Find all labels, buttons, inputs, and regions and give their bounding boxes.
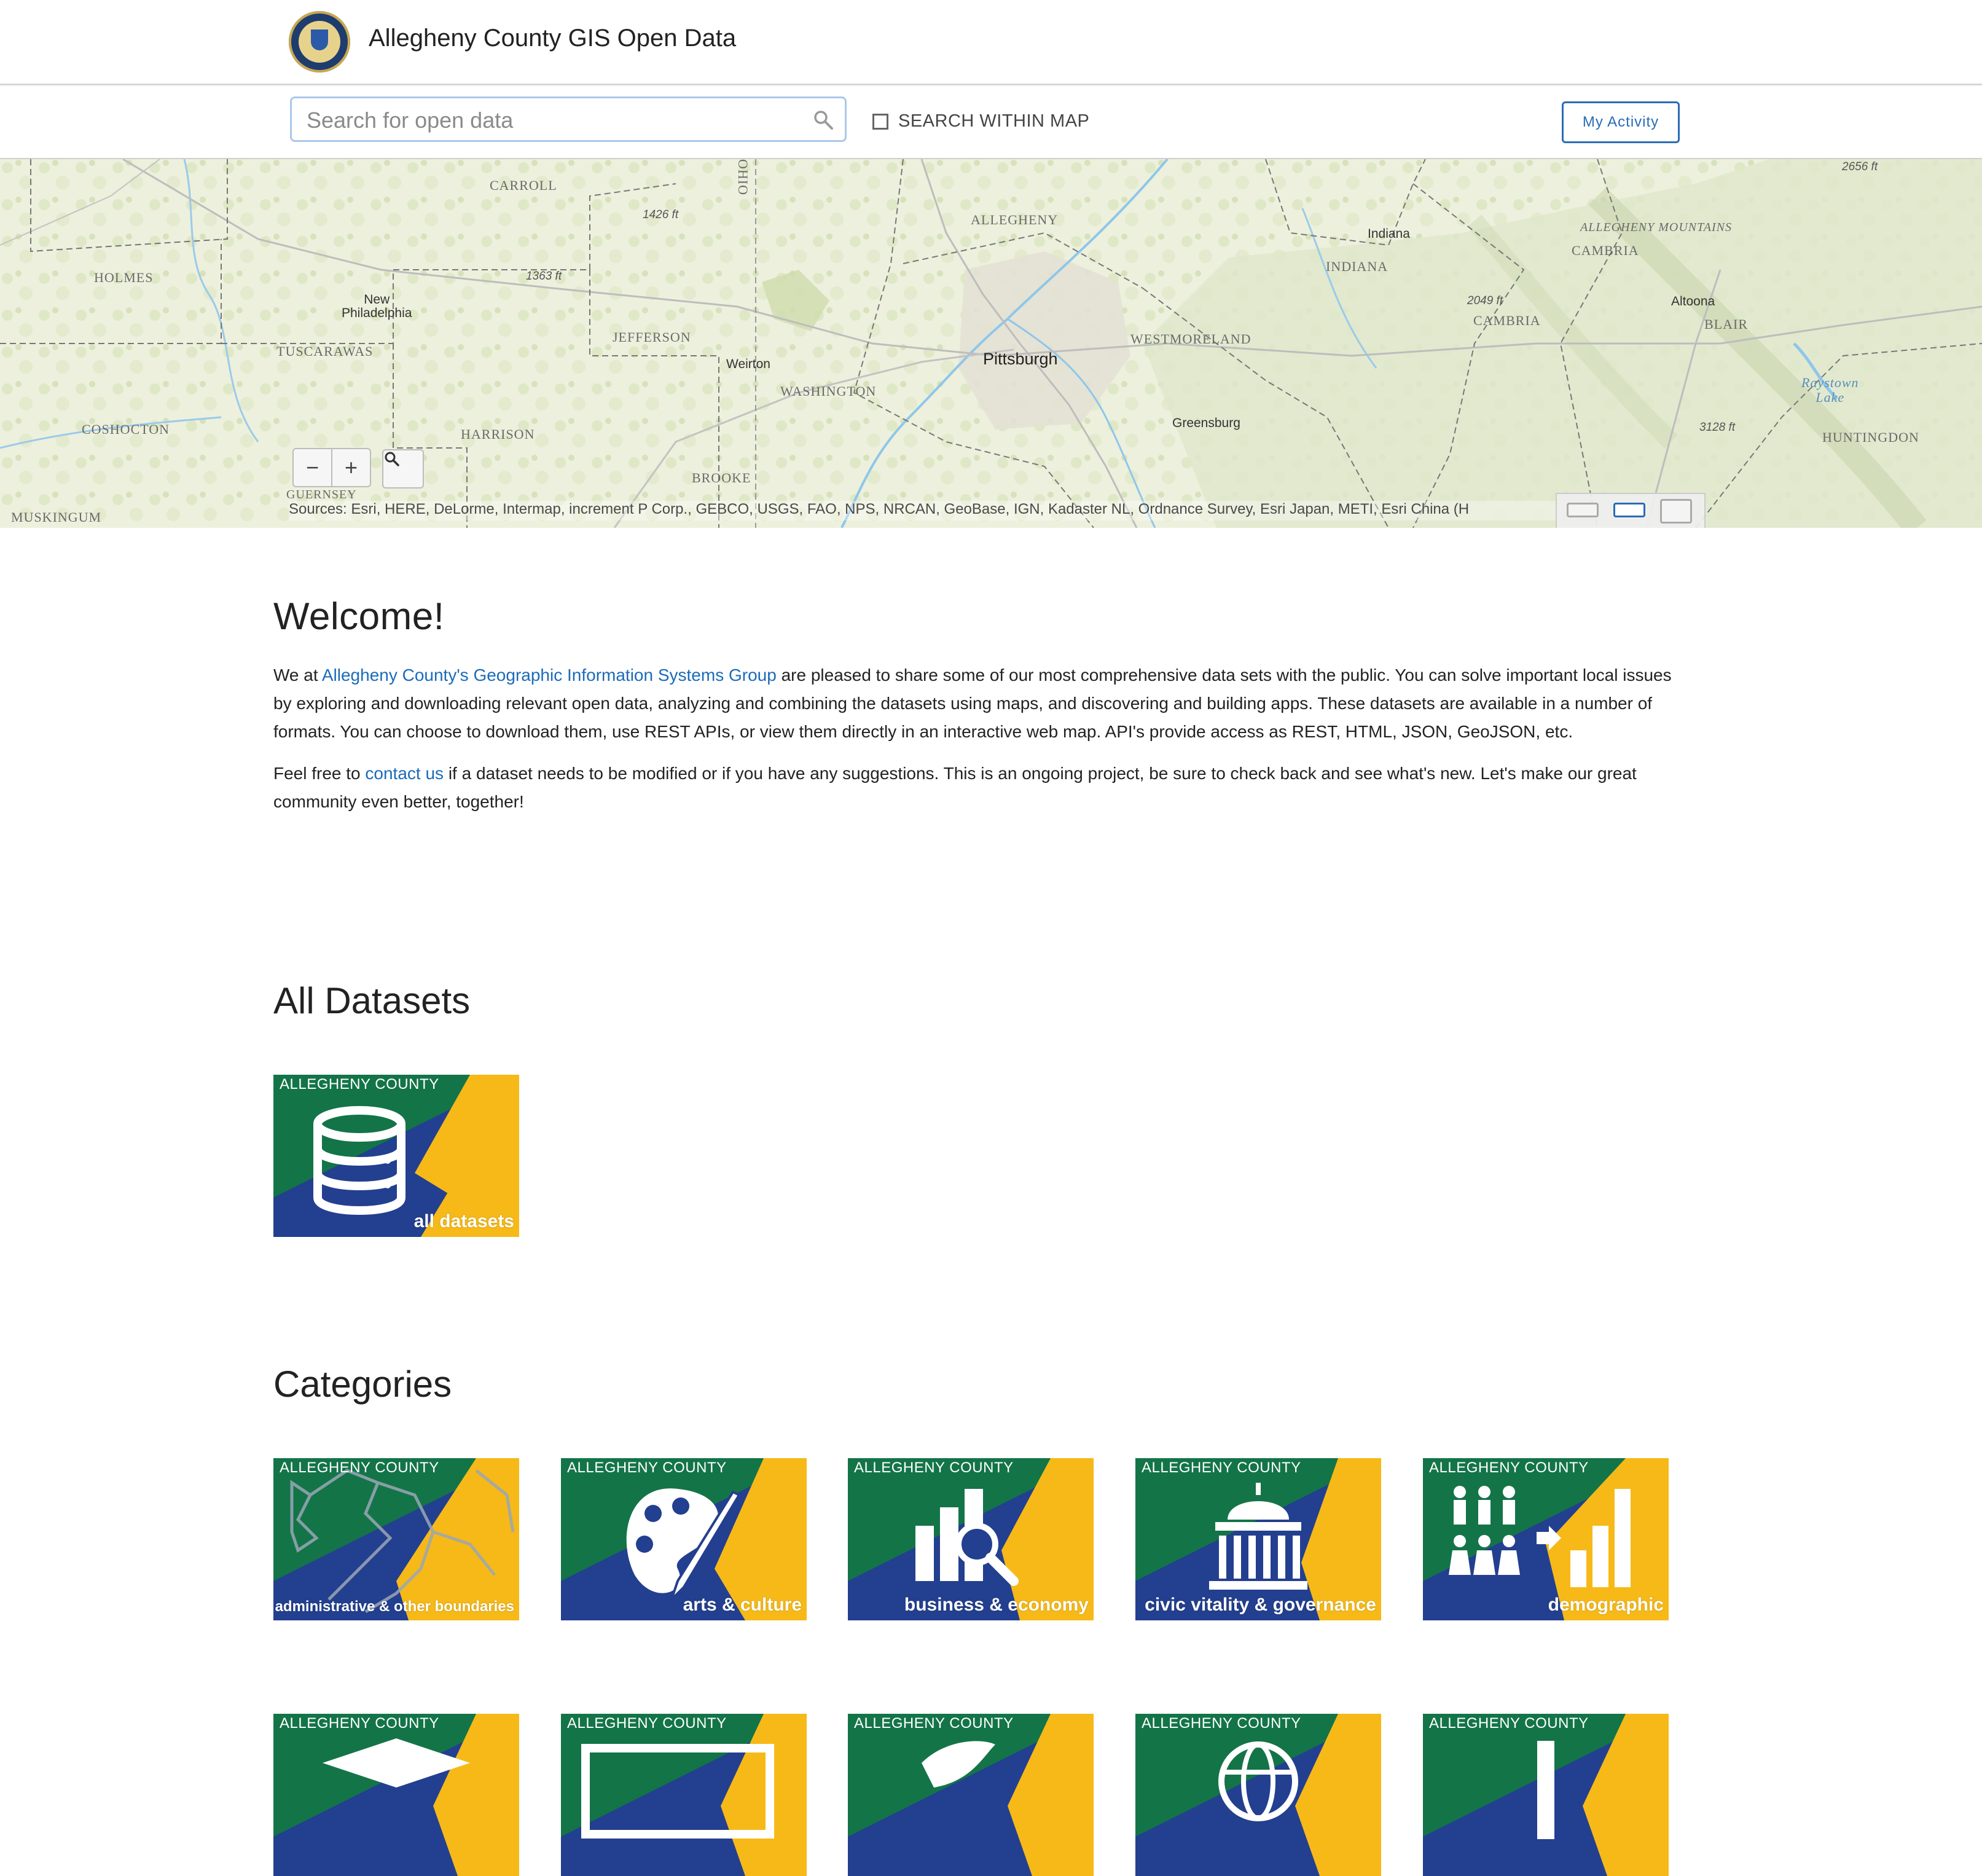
zoom-control: − + (292, 448, 371, 487)
map-label-guernsey: GUERNSEY (286, 488, 357, 501)
map-label-carroll: CARROLL (490, 178, 557, 193)
all-datasets-title: All Datasets (273, 980, 471, 1021)
basemap-option-streets[interactable] (1567, 503, 1599, 517)
gis-group-link[interactable]: Allegheny County's Geographic Informatio… (322, 665, 777, 685)
map-label-indiana-county: INDIANA (1326, 259, 1389, 274)
tile-brand: ALLEGHENY COUNTY (280, 1715, 439, 1732)
map-label-altoona: Altoona (1671, 294, 1715, 308)
welcome-p1-text-before: We at (273, 665, 322, 685)
map-label-blair: BLAIR (1704, 316, 1748, 332)
tile-brand: ALLEGHENY COUNTY (854, 1459, 1014, 1476)
map-view[interactable]: HOLMES CARROLL New Philadelphia TUSCARAW… (0, 159, 1982, 528)
tile-name: administrative & other boundaries (275, 1598, 514, 1615)
map-label-pittsburgh: Pittsburgh (983, 350, 1058, 368)
zoom-out-button[interactable]: − (294, 449, 331, 486)
categories-title: Categories (273, 1364, 452, 1405)
site-title[interactable]: Allegheny County GIS Open Data (369, 25, 736, 52)
search-box (290, 96, 847, 142)
tile-brand: ALLEGHENY COUNTY (567, 1715, 727, 1732)
search-within-map-toggle[interactable]: SEARCH WITHIN MAP (872, 111, 1089, 131)
category-tile-row2-2[interactable]: ALLEGHENY COUNTY (561, 1714, 807, 1876)
magnifier-icon (385, 452, 399, 466)
category-tile-demographic[interactable]: ALLEGHENY COUNTY demographic (1423, 1458, 1669, 1620)
monitor-icon (581, 1744, 774, 1839)
category-tile-row2-5[interactable]: ALLEGHENY COUNTY (1423, 1714, 1669, 1876)
map-search-button[interactable] (382, 449, 424, 489)
bar-icon (1537, 1741, 1554, 1839)
search-within-map-checkbox[interactable] (872, 113, 888, 130)
tile-name: demographic (1548, 1595, 1664, 1615)
tile-brand: ALLEGHENY COUNTY (1429, 1459, 1589, 1476)
category-tile-row2-3[interactable]: ALLEGHENY COUNTY (848, 1714, 1094, 1876)
welcome-paragraph-2: Feel free to contact us if a dataset nee… (273, 759, 1693, 816)
map-label-coshocton: COSHOCTON (82, 422, 170, 437)
tile-brand: ALLEGHENY COUNTY (280, 1459, 439, 1476)
tile-name: civic vitality & governance (1145, 1595, 1376, 1615)
map-label-elevation-3128: 3128 ft (1699, 421, 1736, 434)
map-label-elevation-1363: 1363 ft (526, 270, 562, 283)
map-label-elevation-2656: 2656 ft (1842, 160, 1878, 173)
welcome-title: Welcome! (273, 595, 445, 638)
map-label-raystown-lake: Raystown Lake (1801, 375, 1859, 405)
county-seal-icon[interactable] (289, 11, 350, 73)
my-activity-button[interactable]: My Activity (1562, 101, 1680, 143)
search-toolbar: SEARCH WITHIN MAP My Activity (0, 85, 1982, 160)
map-label-cambria-2: CAMBRIA (1572, 243, 1639, 258)
search-within-map-label[interactable]: SEARCH WITHIN MAP (898, 111, 1089, 131)
basemap-option-topo[interactable] (1613, 503, 1645, 517)
map-label-ohio: OHIO (735, 159, 751, 195)
map-label-harrison: HARRISON (461, 426, 535, 442)
category-tile-boundaries[interactable]: ALLEGHENY COUNTY administrative & other … (273, 1458, 519, 1620)
map-label-westmoreland: WESTMORELAND (1130, 331, 1251, 347)
map-label-washington: WASHINGTON (780, 383, 877, 399)
seal-shield (311, 29, 328, 50)
leaf-icon (922, 1741, 995, 1788)
site-header: Allegheny County GIS Open Data (0, 0, 1982, 85)
globe-icon (1218, 1741, 1298, 1821)
map-label-elevation-1426: 1426 ft (643, 208, 679, 221)
map-label-huntingdon: HUNTINGDON (1822, 430, 1919, 445)
map-label-weirton: Weirton (726, 357, 770, 371)
map-label-brooke: BROOKE (692, 470, 751, 485)
tile-brand: ALLEGHENY COUNTY (1429, 1715, 1589, 1732)
map-label-allegheny: ALLEGHENY (971, 212, 1059, 227)
tile-brand: ALLEGHENY COUNTY (854, 1715, 1014, 1732)
basemap-option-imagery[interactable] (1660, 499, 1692, 524)
map-label-elevation-2049: 2049 ft (1467, 294, 1503, 307)
search-input[interactable] (305, 104, 799, 136)
category-tile-business-economy[interactable]: ALLEGHENY COUNTY business & economy (848, 1458, 1094, 1620)
graduation-cap-icon (323, 1738, 470, 1788)
welcome-paragraph-1: We at Allegheny County's Geographic Info… (273, 661, 1693, 746)
map-attribution: Sources: Esri, HERE, DeLorme, Intermap, … (289, 501, 1561, 520)
map-label-holmes: HOLMES (94, 270, 154, 285)
zoom-in-button[interactable]: + (331, 449, 370, 486)
map-label-cambria: CAMBRIA (1473, 313, 1541, 328)
map-label-tuscarawas: TUSCARAWAS (276, 343, 374, 359)
map-label-indiana-city: Indiana (1368, 227, 1410, 241)
tile-brand: ALLEGHENY COUNTY (567, 1459, 727, 1476)
basemap-switcher (1556, 493, 1706, 528)
all-datasets-tile[interactable]: ALLEGHENY COUNTY all datasets (273, 1075, 519, 1237)
tile-name: all datasets (413, 1211, 514, 1231)
welcome-p2-text-after: if a dataset needs to be modified or if … (273, 764, 1637, 811)
category-tile-arts-culture[interactable]: ALLEGHENY COUNTY arts & culture (561, 1458, 807, 1620)
map-label-allegheny-mountains: ALLEGHENY MOUNTAINS (1580, 221, 1732, 234)
seal-center (299, 21, 340, 63)
tile-name: arts & culture (683, 1595, 802, 1615)
contact-us-link[interactable]: contact us (365, 764, 444, 783)
tile-brand: ALLEGHENY COUNTY (1142, 1715, 1301, 1732)
category-tile-civic-vitality[interactable]: ALLEGHENY COUNTY civic vitality & govern… (1135, 1458, 1381, 1620)
category-tile-education[interactable]: ALLEGHENY COUNTY (273, 1714, 519, 1876)
map-label-muskingum: MUSKINGUM (11, 509, 102, 525)
tile-name: business & economy (904, 1595, 1089, 1615)
welcome-p2-text-before: Feel free to (273, 764, 366, 783)
search-icon[interactable] (813, 109, 834, 130)
map-label-new-philadelphia: New Philadelphia (342, 292, 412, 320)
map-label-jefferson: JEFFERSON (613, 329, 691, 345)
tile-brand: ALLEGHENY COUNTY (1142, 1459, 1301, 1476)
category-tile-row2-4[interactable]: ALLEGHENY COUNTY (1135, 1714, 1381, 1876)
boundaries-map-icon (290, 1469, 515, 1614)
tile-brand: ALLEGHENY COUNTY (280, 1076, 439, 1093)
map-label-greensburg: Greensburg (1172, 416, 1240, 430)
